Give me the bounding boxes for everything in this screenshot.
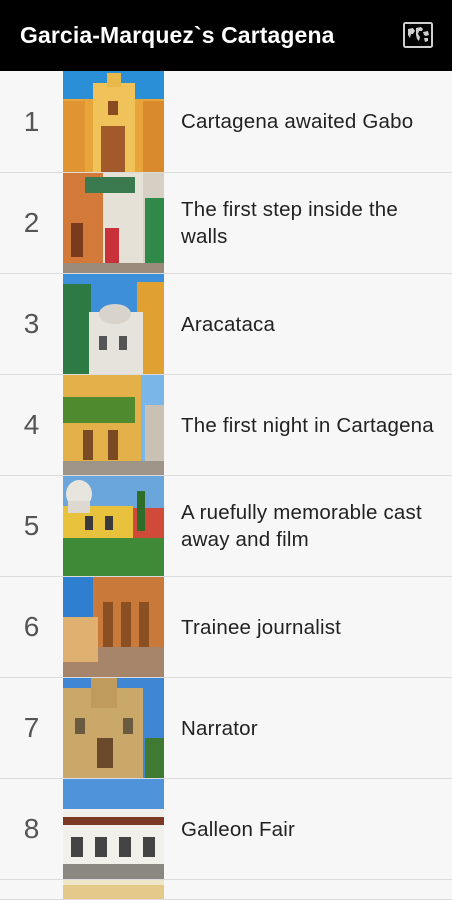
list-item[interactable]: 2 The first step inside the walls xyxy=(0,173,452,274)
list-item[interactable]: 6 Trainee journalist xyxy=(0,577,452,678)
item-number: 2 xyxy=(23,207,40,238)
list-item[interactable]: 8 Galleon Fair xyxy=(0,779,452,880)
item-title: Trainee journalist xyxy=(181,615,342,639)
item-number: 8 xyxy=(23,813,40,844)
item-number: 1 xyxy=(23,105,40,137)
list-item[interactable]: 1 Cartagena awaited Gabo xyxy=(0,71,452,173)
list-item[interactable] xyxy=(0,880,452,900)
item-number: 3 xyxy=(23,308,40,339)
item-number: 6 xyxy=(23,611,40,642)
item-title: Aracataca xyxy=(181,312,276,336)
thumbnail-image xyxy=(63,375,164,475)
app-title: Garcia-Marquez`s Cartagena xyxy=(20,22,335,48)
item-title: The first night in Cartagena xyxy=(181,413,434,437)
chapter-list: 1 Cartagena awaited Gabo 2 The first ste… xyxy=(0,71,452,900)
item-title: Galleon Fair xyxy=(181,817,296,841)
thumbnail-image xyxy=(63,71,164,172)
thumbnail-image xyxy=(63,476,164,576)
list-item[interactable]: 5 A ruefully memorable cast away and fil… xyxy=(0,476,452,577)
item-number: 4 xyxy=(23,409,40,440)
thumbnail-image xyxy=(63,678,164,778)
item-number: 5 xyxy=(23,510,40,541)
thumbnail-image xyxy=(63,880,164,899)
list-item[interactable]: 7 Narrator xyxy=(0,678,452,779)
thumbnail-image xyxy=(63,173,164,273)
item-number: 7 xyxy=(23,712,40,743)
list-item[interactable]: 4 The first night in Cartagena xyxy=(0,375,452,476)
item-title: Cartagena awaited Gabo xyxy=(181,110,414,133)
item-title: Narrator xyxy=(181,716,258,740)
thumbnail-image xyxy=(63,779,164,879)
thumbnail-image xyxy=(63,274,164,374)
item-title: A ruefully memorable cast away and film xyxy=(181,501,422,551)
world-map-icon xyxy=(403,22,433,48)
app-bar: Garcia-Marquez`s Cartagena xyxy=(0,0,452,71)
list-item[interactable]: 3 Aracataca xyxy=(0,274,452,375)
map-button[interactable] xyxy=(402,20,434,50)
item-title: The first step inside the walls xyxy=(181,198,398,248)
thumbnail-image xyxy=(63,577,164,677)
